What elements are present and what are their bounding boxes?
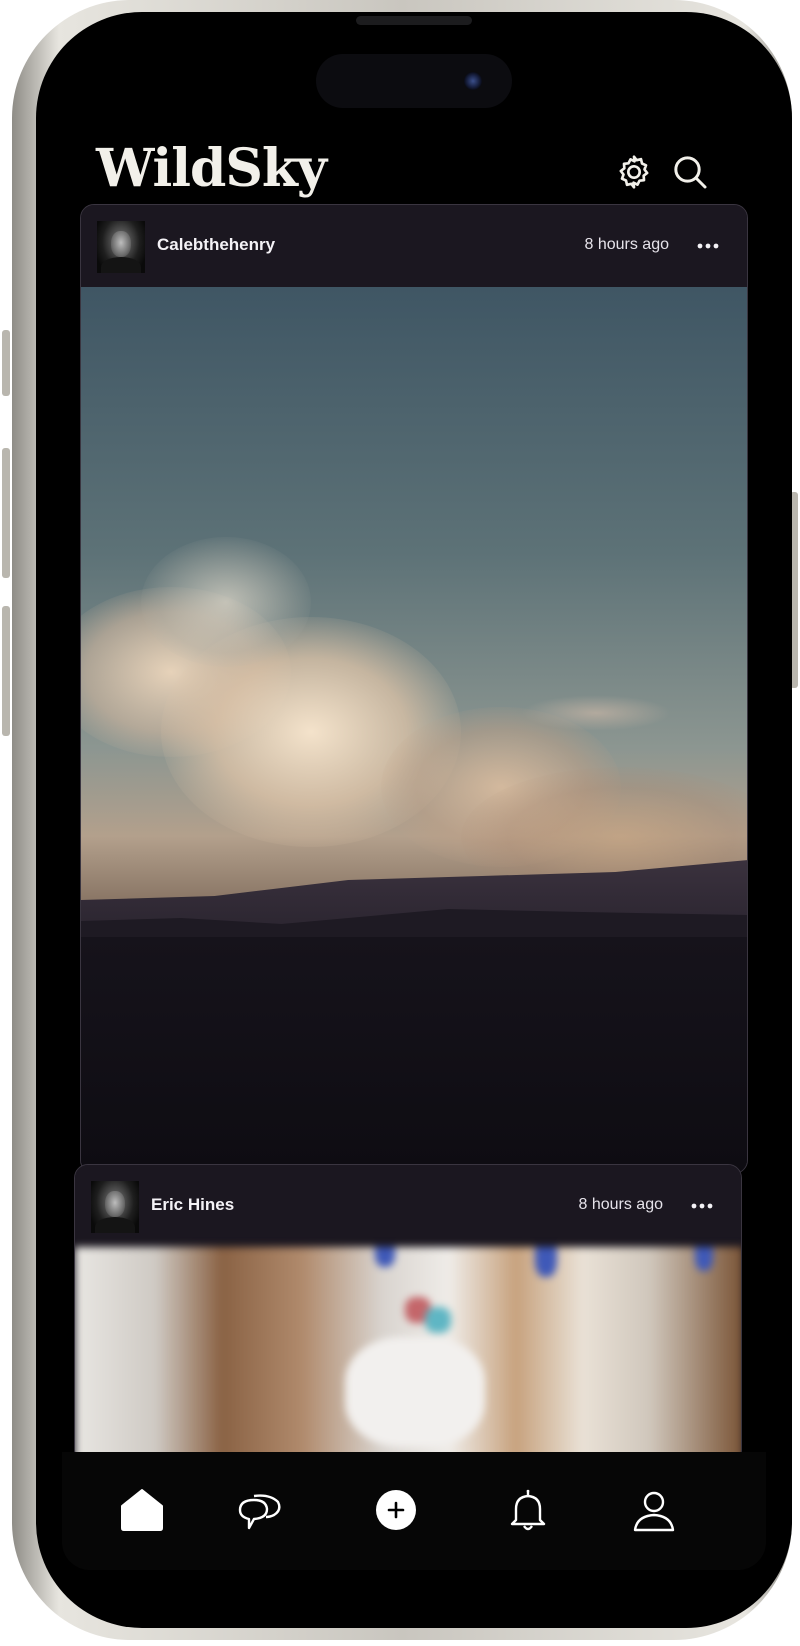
post-header: Calebthehenry 8 hours ago <box>81 205 747 287</box>
feed-post: Calebthehenry 8 hours ago <box>80 204 748 1174</box>
avatar[interactable] <box>91 1181 139 1233</box>
post-header: Eric Hines 8 hours ago <box>75 1165 741 1247</box>
volume-up-button <box>2 448 10 578</box>
phone-screen: WildSky Calebthehenry 8 hours ago Eric H… <box>36 12 792 1628</box>
bell-icon[interactable] <box>502 1484 554 1536</box>
home-icon[interactable] <box>116 1484 168 1536</box>
feed-post: Eric Hines 8 hours ago <box>74 1164 742 1464</box>
bottom-tab-bar <box>62 1452 766 1570</box>
camera-lens <box>464 72 482 90</box>
profile-icon[interactable] <box>628 1484 680 1536</box>
silent-switch <box>2 330 10 396</box>
gear-icon[interactable] <box>614 152 654 192</box>
post-timestamp: 8 hours ago <box>578 1196 663 1213</box>
speaker-grille <box>356 16 472 25</box>
post-timestamp: 8 hours ago <box>584 236 669 253</box>
search-icon[interactable] <box>670 152 710 192</box>
post-username[interactable]: Eric Hines <box>151 1195 234 1215</box>
post-photo[interactable] <box>75 1247 741 1463</box>
post-photo[interactable] <box>81 287 747 1173</box>
more-options-icon[interactable] <box>689 1193 715 1219</box>
app-logo: WildSky <box>96 138 327 199</box>
more-options-icon[interactable] <box>695 233 721 259</box>
add-icon[interactable] <box>370 1484 422 1536</box>
phone-frame: WildSky Calebthehenry 8 hours ago Eric H… <box>12 0 792 1640</box>
avatar[interactable] <box>97 221 145 273</box>
top-bar: WildSky <box>36 132 792 212</box>
post-username[interactable]: Calebthehenry <box>157 235 275 255</box>
dynamic-island <box>316 54 512 108</box>
volume-down-button <box>2 606 10 736</box>
chat-icon[interactable] <box>234 1484 286 1536</box>
